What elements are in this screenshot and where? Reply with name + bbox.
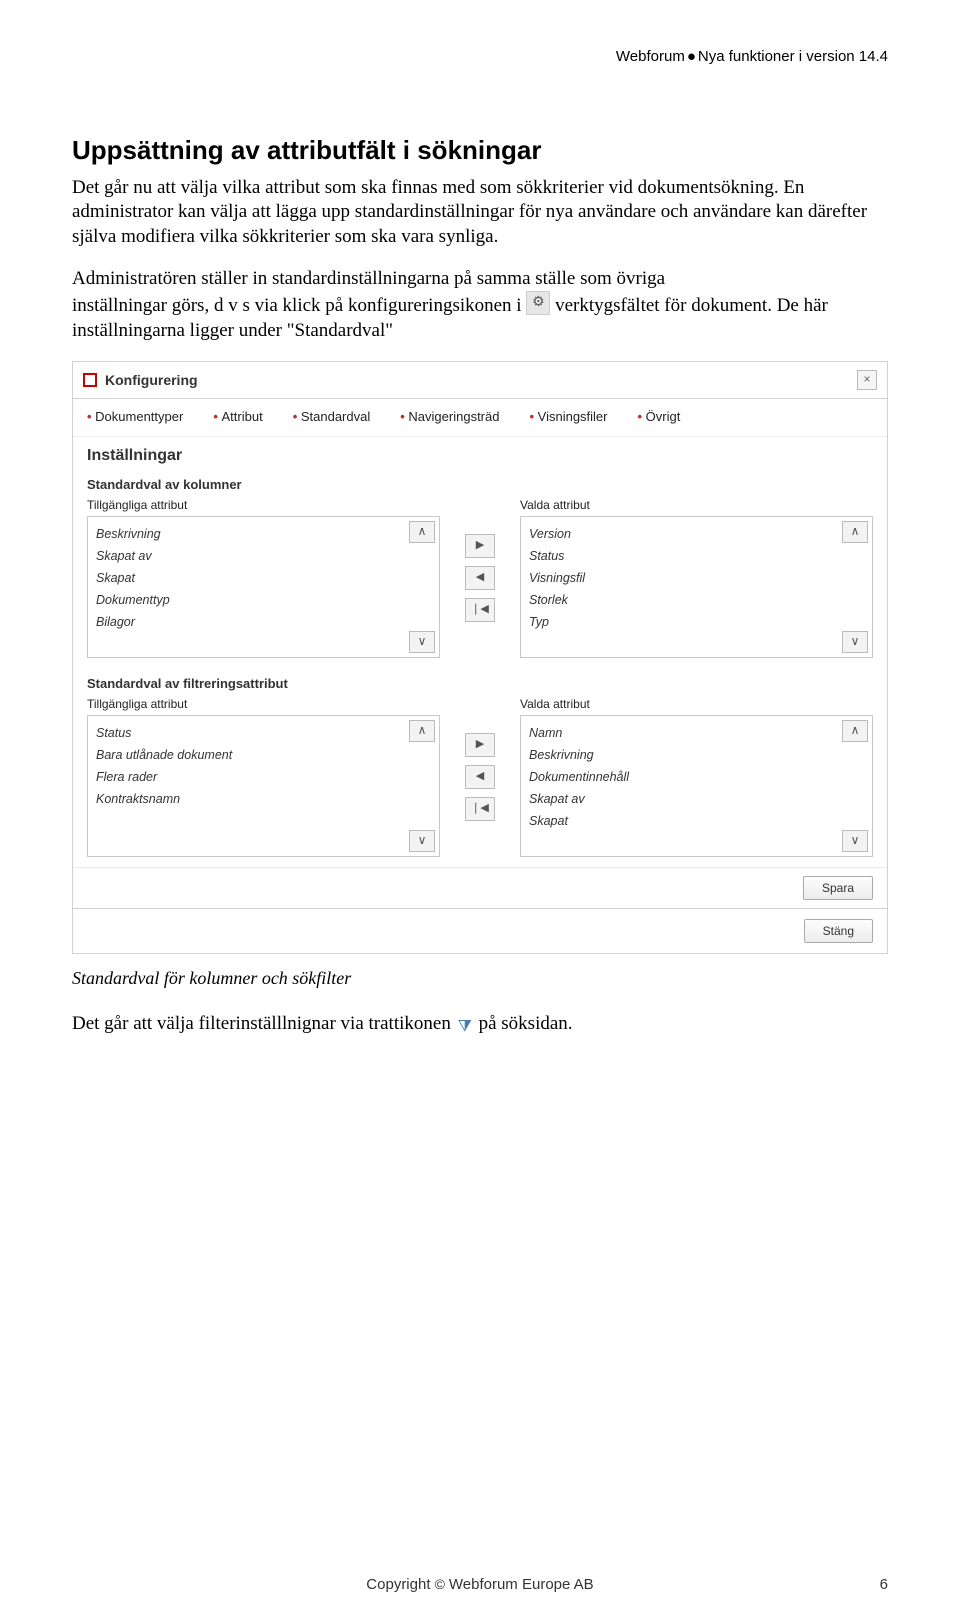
list-item[interactable]: Skapat <box>529 810 842 832</box>
move-left-button[interactable]: ◀ <box>465 765 495 789</box>
list-item[interactable]: Skapat <box>96 567 409 589</box>
block2-left-label: Tillgängliga attribut <box>87 697 440 715</box>
copyright-icon: © <box>435 1576 449 1592</box>
move-left-button[interactable]: ◀ <box>465 566 495 590</box>
list-item[interactable]: Beskrivning <box>96 523 409 545</box>
header-separator: ● <box>685 48 698 65</box>
block1-available-list[interactable]: ∧ Beskrivning Skapat av Skapat Dokumentt… <box>87 516 440 658</box>
close-button[interactable]: Stäng <box>804 919 873 943</box>
tab-ovrigt[interactable]: Övrigt <box>638 409 681 424</box>
tab-visningsfiler[interactable]: Visningsfiler <box>529 409 607 424</box>
list-item[interactable]: Skapat av <box>96 545 409 567</box>
footer-company: Webforum Europe AB <box>449 1576 594 1593</box>
dialog-inner-footer: Spara <box>73 867 887 908</box>
list-item[interactable]: Version <box>529 523 842 545</box>
dialog-title: Konfigurering <box>105 372 849 388</box>
list-item[interactable]: Bilagor <box>96 611 409 633</box>
page-footer: Copyright © Webforum Europe AB 6 <box>72 1576 888 1593</box>
list-item[interactable]: Visningsfil <box>529 567 842 589</box>
document-header: Webforum●Nya funktioner i version 14.4 <box>72 48 888 65</box>
list-item[interactable]: Typ <box>529 611 842 633</box>
tab-attribut[interactable]: Attribut <box>213 409 262 424</box>
scroll-down-icon[interactable]: ∨ <box>842 830 868 852</box>
dialog-outer-footer: Stäng <box>73 908 887 953</box>
dialog-tabs: Dokumenttyper Attribut Standardval Navig… <box>73 399 887 437</box>
scroll-up-icon[interactable]: ∧ <box>409 521 435 543</box>
save-button[interactable]: Spara <box>803 876 873 900</box>
block2-available-list[interactable]: ∧ Status Bara utlånade dokument Flera ra… <box>87 715 440 857</box>
gear-icon <box>526 291 550 315</box>
block2-transfer-buttons: ▶ ◀ ❘◀ <box>450 697 510 821</box>
dialog-titlebar: Konfigurering × <box>73 362 887 399</box>
list-item[interactable]: Flera rader <box>96 766 409 788</box>
block2-right-label: Valda attribut <box>520 697 873 715</box>
block2-selected-list[interactable]: ∧ Namn Beskrivning Dokumentinnehåll Skap… <box>520 715 873 857</box>
scroll-up-icon[interactable]: ∧ <box>842 521 868 543</box>
move-all-left-button[interactable]: ❘◀ <box>465 797 495 821</box>
intro-paragraph: Det går nu att välja vilka attribut som … <box>72 176 888 249</box>
config-dialog: Konfigurering × Dokumenttyper Attribut S… <box>72 361 888 954</box>
list-item[interactable]: Dokumentinnehåll <box>529 766 842 788</box>
list-item[interactable]: Beskrivning <box>529 744 842 766</box>
admin-paragraph-line1: Administratören ställer in standardinstä… <box>72 267 888 291</box>
scroll-up-icon[interactable]: ∧ <box>842 720 868 742</box>
scroll-up-icon[interactable]: ∧ <box>409 720 435 742</box>
block1-transfer-buttons: ▶ ◀ ❘◀ <box>450 498 510 622</box>
list-item[interactable]: Kontraktsnamn <box>96 788 409 810</box>
tab-standardval[interactable]: Standardval <box>293 409 371 424</box>
header-subtitle: Nya funktioner i version 14.4 <box>698 48 888 65</box>
list-item[interactable]: Status <box>96 722 409 744</box>
filter-text-a: Det går att välja filterinställlnignar v… <box>72 1013 456 1034</box>
list-item[interactable]: Dokumenttyp <box>96 589 409 611</box>
footer-copyright: Copyright © Webforum Europe AB <box>366 1576 593 1593</box>
page-number: 6 <box>880 1576 888 1593</box>
block1-dual-list: Tillgängliga attribut ∧ Beskrivning Skap… <box>73 498 887 668</box>
block2-dual-list: Tillgängliga attribut ∧ Status Bara utlå… <box>73 697 887 867</box>
filter-text-b: på söksidan. <box>474 1013 573 1034</box>
settings-heading: Inställningar <box>73 437 887 469</box>
list-item[interactable]: Namn <box>529 722 842 744</box>
header-product: Webforum <box>616 48 685 65</box>
block1-title: Standardval av kolumner <box>73 469 887 498</box>
footer-copyright-word: Copyright <box>366 1576 430 1593</box>
tab-dokumenttyper[interactable]: Dokumenttyper <box>87 409 183 424</box>
scroll-down-icon[interactable]: ∨ <box>409 631 435 653</box>
app-icon <box>83 373 97 387</box>
move-all-left-button[interactable]: ❘◀ <box>465 598 495 622</box>
screenshot-caption: Standardval för kolumner och sökfilter <box>72 968 888 989</box>
funnel-icon: ⧩ <box>456 1018 474 1036</box>
tab-navigeringstrad[interactable]: Navigeringsträd <box>400 409 499 424</box>
scroll-down-icon[interactable]: ∨ <box>409 830 435 852</box>
close-icon[interactable]: × <box>857 370 877 390</box>
list-item[interactable]: Skapat av <box>529 788 842 810</box>
admin-text-a: inställningar görs, d v s via klick på k… <box>72 295 526 316</box>
filter-sentence: Det går att välja filterinställlnignar v… <box>72 1013 888 1036</box>
block2-title: Standardval av filtreringsattribut <box>73 668 887 697</box>
admin-paragraph-line2: inställningar görs, d v s via klick på k… <box>72 291 888 343</box>
move-right-button[interactable]: ▶ <box>465 733 495 757</box>
block1-right-label: Valda attribut <box>520 498 873 516</box>
list-item[interactable]: Storlek <box>529 589 842 611</box>
scroll-down-icon[interactable]: ∨ <box>842 631 868 653</box>
list-item[interactable]: Status <box>529 545 842 567</box>
list-item[interactable]: Bara utlånade dokument <box>96 744 409 766</box>
block1-selected-list[interactable]: ∧ Version Status Visningsfil Storlek Typ… <box>520 516 873 658</box>
block1-left-label: Tillgängliga attribut <box>87 498 440 516</box>
move-right-button[interactable]: ▶ <box>465 534 495 558</box>
section-title: Uppsättning av attributfält i sökningar <box>72 135 888 166</box>
